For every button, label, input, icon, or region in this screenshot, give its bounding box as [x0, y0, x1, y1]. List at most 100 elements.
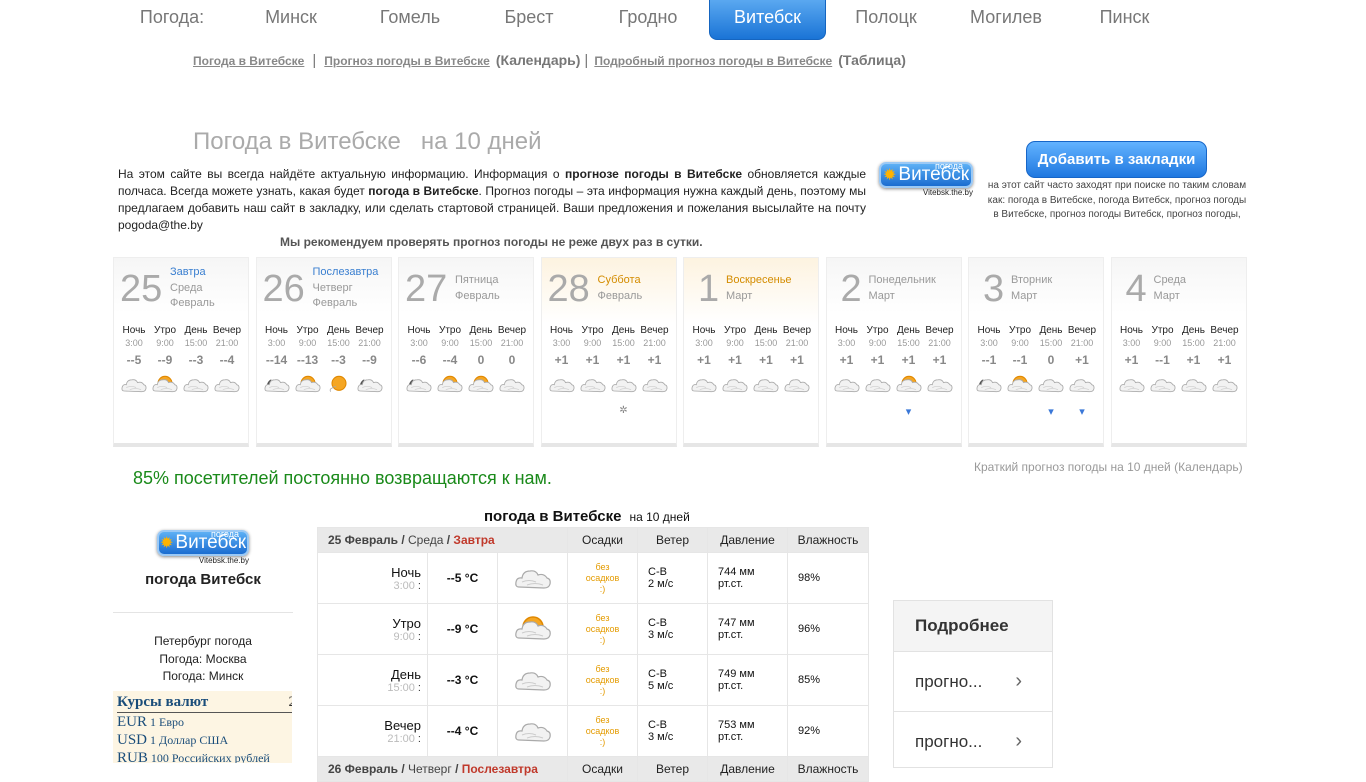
pressure: 744 мм рт.ст. [707, 552, 788, 604]
day-wd: Вторник [1011, 274, 1053, 286]
link-detailed-forecast[interactable]: Подробный прогноз погоды в Витебске [594, 54, 832, 68]
nav-item-mogilev[interactable]: Могилев [946, 0, 1066, 40]
wind-direction: С-В [648, 617, 667, 629]
colon: : [414, 681, 421, 694]
link-weather-vitebsk[interactable]: Погода в Витебске [193, 54, 304, 68]
day-card[interactable]: 27 Пятница Февраль Ночь 3:00 --6 Утро 9:00 --4 Де… [398, 257, 534, 447]
slot-name: Ночь [407, 325, 431, 336]
humidity: 96% [787, 603, 869, 655]
contact-email[interactable]: pogoda@the.by [118, 218, 203, 232]
day-card[interactable]: 1 Воскресенье Март Ночь 3:00 +1 Утро 9:00 +1 День… [683, 257, 819, 447]
logo-url: Vitebsk.the.by [198, 556, 249, 565]
sidebar-link-moscow[interactable]: Погода: Москва [113, 651, 293, 669]
wind-direction: С-В [648, 668, 667, 680]
table-title-sub: на 10 дней [629, 510, 690, 524]
precipitation-icon [862, 405, 894, 417]
slot-name: Вечер [1067, 325, 1097, 336]
day-mon: Март [1011, 289, 1038, 302]
sidebar-link-petersburg[interactable]: Петербург погода [113, 633, 293, 651]
nav-item-polotsk[interactable]: Полоцк [826, 0, 946, 40]
ten-day-forecast: 25 Завтра Среда Февраль Ночь 3:00 --5 Утро 9:00-… [113, 257, 1247, 447]
nav-item-pinsk[interactable]: Пинск [1066, 0, 1183, 40]
add-bookmark-button[interactable]: Добавить в закладки [1026, 141, 1207, 178]
day-card[interactable]: 25 Завтра Среда Февраль Ночь 3:00 --5 Утро 9:00 -… [113, 257, 249, 447]
slot-time: 21:00 [785, 338, 809, 348]
precipitation-text: без осадков :) [585, 561, 620, 594]
time-of-day: Утро 9:00 : [317, 603, 428, 655]
time-of-day-hour: 9:00 [393, 630, 415, 643]
table-title-main: погода в Витебске [484, 508, 622, 525]
currency-desc: 100 Российских рублей [150, 751, 270, 763]
left-sidebar: погода ✹ Витебск Vitebsk.the.by погода Вит… [113, 529, 293, 686]
widget-link[interactable]: прогно... › [894, 652, 1052, 712]
nav-item-vitebsk[interactable]: Витебск [709, 0, 826, 40]
sun-cloud-icon [895, 373, 923, 395]
date-header: 25 Февраль / Среда / Завтра [317, 527, 568, 553]
nav-item-grodno[interactable]: Гродно [589, 0, 707, 40]
cloud-icon [752, 373, 780, 395]
day-card[interactable]: 2 Понедельник Март Ночь 3:00 +1 Утро 9:00 +1 День… [825, 257, 962, 447]
time-slot: Ночь 3:00 --6 [403, 324, 435, 417]
temperature: --5 °C [427, 552, 498, 604]
currency-row: EUR 1 Евро [117, 713, 292, 731]
slot-name: Вечер [355, 325, 384, 336]
search-keywords-note: на этот сайт часто заходят при поиске по… [987, 180, 1247, 220]
nav-item-gomel[interactable]: Гомель [351, 0, 469, 40]
slot-name: Ночь [692, 325, 716, 336]
widget-title: Подробнее [894, 601, 1052, 652]
slot-name: Утро [438, 325, 462, 336]
cloud-icon [1211, 373, 1239, 395]
brief-forecast-link[interactable]: Краткий прогноз погоды на 10 дней (Кален… [974, 460, 1243, 474]
slot-temp: --13 [296, 353, 319, 367]
day-mon: Февраль [312, 297, 358, 309]
slot-name: Вечер [212, 325, 242, 336]
sidebar-link-minsk[interactable]: Погода: Минск [113, 668, 293, 686]
slot-name: Вечер [782, 325, 812, 336]
precipitation-icon [973, 405, 1005, 417]
day-card[interactable]: 4 Среда Март Ночь 3:00 +1 Утро 9:00 --1 День 15:00… [1110, 257, 1247, 447]
slot-name: День [326, 325, 351, 336]
loyalty-text: 85% посетителей постоянно возвращаются к… [133, 468, 552, 488]
cloud-icon [1118, 373, 1146, 395]
currency-row: USD 1 Доллар США [117, 731, 292, 749]
separator: | [312, 52, 317, 69]
currency-row: RUB 100 Российских рублей [117, 749, 292, 763]
day-card[interactable]: 26 Послезавтра Четверг Февраль Ночь 3:00 --14 У… [255, 257, 392, 447]
humidity: 98% [787, 552, 869, 604]
header-weekday: Среда [407, 533, 447, 547]
site-logo[interactable]: погода ✹ Витебск Vitebsk.the.by [879, 161, 973, 198]
slot-temp: +1 [647, 353, 662, 367]
day-card[interactable]: 28 Суббота Февраль Ночь 3:00 +1 Утро 9:00 +1 День… [540, 257, 677, 447]
time-slot: Утро 9:00 --1 [1004, 324, 1036, 417]
sun-cloud-icon [497, 603, 568, 655]
table-header-row: 26 Февраль / Четверг / Послезавтра Осадки… [317, 756, 869, 782]
slot-name: Ночь [122, 325, 146, 336]
precipitation-text: без осадков :) [585, 714, 620, 747]
precipitation-icon [403, 405, 435, 417]
time-slot: Вечер 21:00 +1 [1209, 324, 1241, 417]
slot-name: День [611, 325, 636, 336]
precipitation-icon [831, 405, 863, 417]
moon-cloud-icon [263, 373, 291, 395]
time-of-day-name: Утро [392, 615, 421, 631]
widget-link[interactable]: прогно... › [894, 712, 1052, 767]
sun-cloud-icon [436, 373, 464, 395]
day-wd: Среда [1153, 274, 1186, 286]
time-slot: Вечер 21:00 --4 [211, 324, 243, 417]
slot-time: 9:00 [1153, 338, 1172, 348]
precipitation-icon [688, 405, 720, 417]
cloud-icon [497, 654, 568, 706]
recommendation-text: Мы рекомендуем проверять прогноз погоды … [280, 235, 703, 249]
nav-item-minsk[interactable]: Минск [231, 0, 351, 40]
table-note: (Таблица) [838, 52, 906, 68]
sidebar-logo[interactable]: погода ✹ Витебск Vitebsk.the.by [157, 529, 249, 565]
day-card[interactable]: 3 Вторник Март Ночь 3:00 --1 Утро 9:00 --1 День 15… [968, 257, 1104, 447]
slot-time: 21:00 [215, 338, 239, 348]
sun-icon: ✹ [882, 167, 897, 184]
time-slot: День 15:00 +1 ✲ [608, 324, 640, 417]
sun-cloud-icon [151, 373, 179, 395]
link-forecast-calendar[interactable]: Прогноз погоды в Витебске [324, 54, 490, 68]
nav-item-brest[interactable]: Брест [469, 0, 589, 40]
slot-temp: 0 [477, 353, 485, 367]
wind: С-В 3 м/с [637, 705, 708, 757]
